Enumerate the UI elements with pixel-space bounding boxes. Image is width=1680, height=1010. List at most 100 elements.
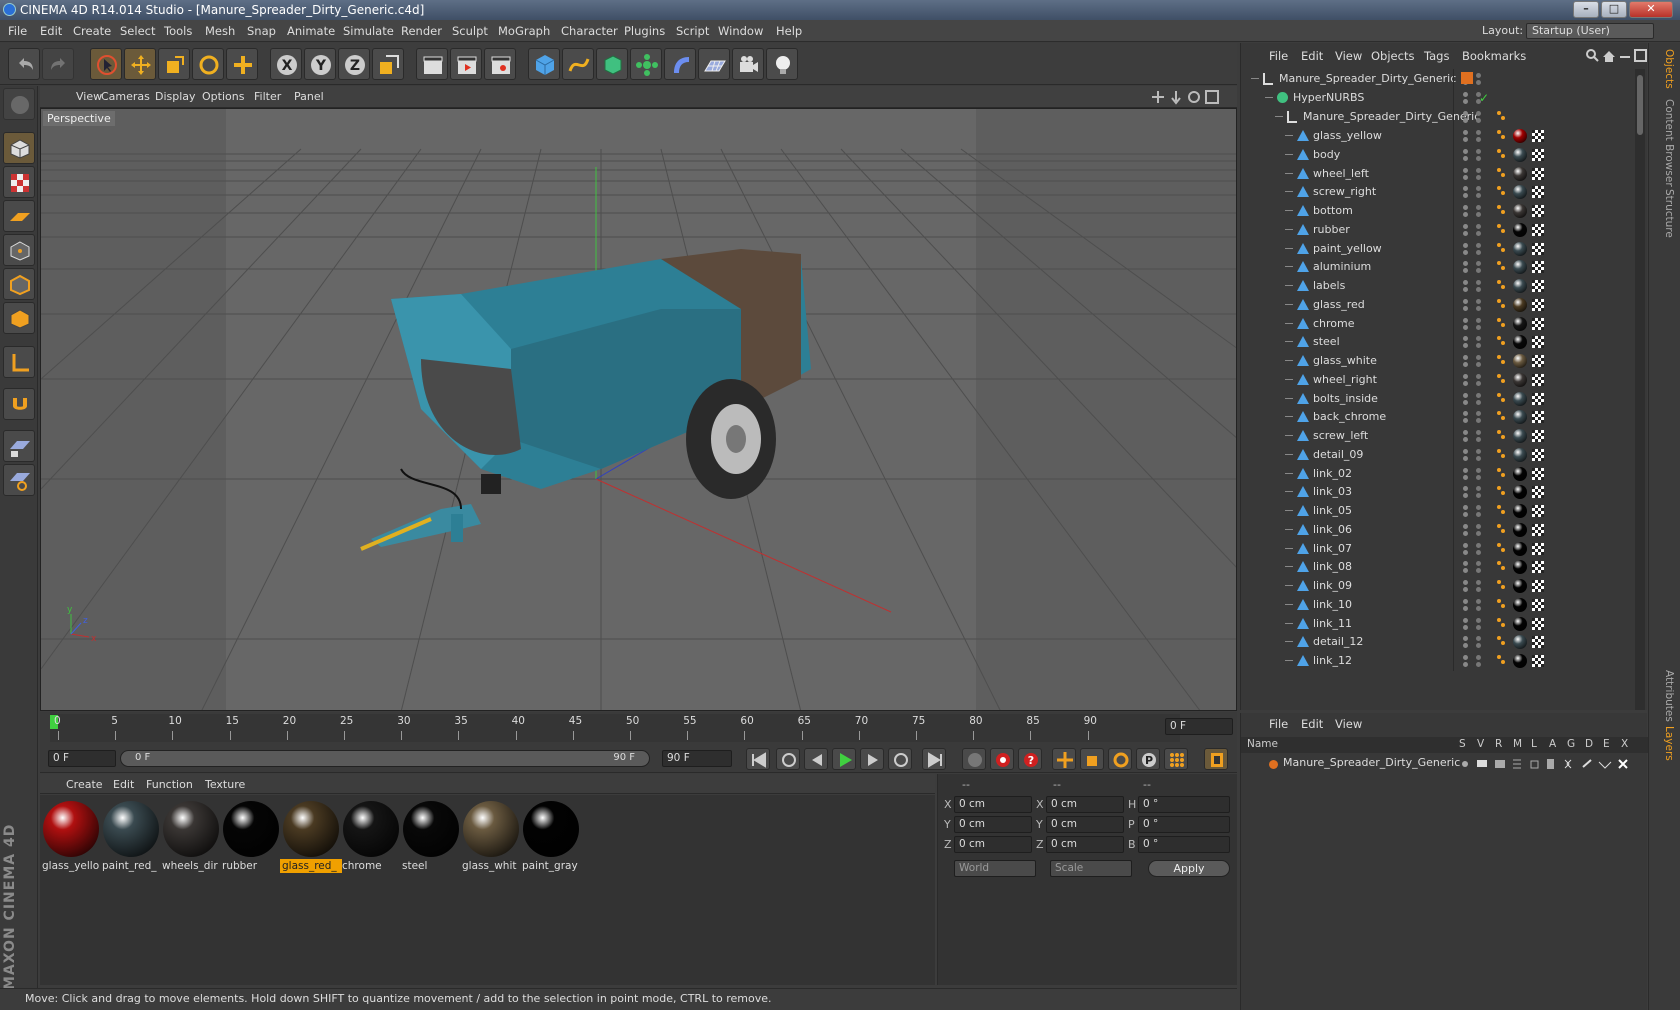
phong-tag-icon[interactable] (1497, 561, 1501, 566)
previous-frame-button[interactable] (804, 748, 828, 770)
object-row-detail-09[interactable]: detail_09 (1241, 444, 1634, 465)
z-axis-lock-button[interactable]: Z (338, 48, 370, 80)
object-row-screw-left[interactable]: screw_left (1241, 426, 1634, 446)
enable-dot-2[interactable] (1476, 587, 1481, 592)
object-row-group[interactable]: Manure_Spreader_Dirty_Generic (1241, 107, 1634, 127)
coord-size-z-field[interactable]: 0 cm (1046, 836, 1124, 853)
render-visibility-dot[interactable] (1463, 587, 1468, 592)
uvw-tag-icon[interactable] (1532, 186, 1544, 199)
phong-tag-icon[interactable] (1497, 111, 1501, 115)
object-row-wheel-right[interactable]: wheel_right (1241, 369, 1634, 390)
render-visibility-dot[interactable] (1463, 530, 1468, 536)
timeline-track[interactable] (50, 714, 1180, 742)
material-menu-function[interactable]: Function (146, 774, 193, 796)
phong-tag-icon-2[interactable] (1501, 566, 1505, 571)
editor-visibility-dot[interactable] (1463, 130, 1468, 135)
objects-menu-edit[interactable]: Edit (1301, 46, 1323, 66)
render-visibility-dot[interactable] (1463, 343, 1468, 349)
material-tag-icon[interactable] (1513, 297, 1527, 312)
objects-menu-file[interactable]: File (1269, 46, 1288, 66)
enable-dot[interactable] (1476, 392, 1481, 398)
phong-tag-icon-2[interactable] (1501, 191, 1505, 196)
phong-tag-icon-2[interactable] (1501, 603, 1505, 608)
enable-dot-2[interactable] (1476, 549, 1481, 555)
render-visibility-dot[interactable] (1463, 437, 1468, 442)
minimize-button[interactable]: – (1573, 1, 1599, 18)
phong-tag-icon-2[interactable] (1501, 641, 1505, 646)
phong-tag-icon[interactable] (1497, 261, 1501, 266)
record-button[interactable] (990, 748, 1014, 770)
planar-workplane-button[interactable] (3, 464, 35, 496)
add-light-button[interactable] (766, 48, 798, 80)
uvw-tag-icon[interactable] (1532, 148, 1544, 161)
enable-dot-2[interactable] (1476, 212, 1481, 217)
enable-dot-2[interactable] (1476, 530, 1481, 536)
motion-record-button[interactable] (962, 748, 986, 770)
material-tag-icon[interactable] (1513, 391, 1527, 406)
object-row-link-06[interactable]: link_06 (1241, 519, 1634, 540)
phong-tag-icon[interactable] (1497, 373, 1501, 378)
enable-dot-2[interactable] (1476, 643, 1481, 649)
material-tag-icon[interactable] (1513, 541, 1527, 556)
key-position-button[interactable] (1052, 748, 1076, 770)
render-visibility-dot[interactable] (1463, 512, 1468, 517)
menu-select[interactable]: Select (120, 20, 155, 42)
phong-tag-icon-2[interactable] (1501, 116, 1505, 120)
material-tag-icon[interactable] (1513, 410, 1527, 425)
editor-visibility-dot[interactable] (1463, 186, 1468, 192)
apply-button[interactable]: Apply (1148, 860, 1230, 877)
object-row-glass-yellow[interactable]: glass_yellow (1241, 126, 1634, 146)
menu-plugins[interactable]: Plugins (624, 20, 665, 42)
uvw-tag-icon[interactable] (1532, 598, 1544, 611)
editor-visibility-dot[interactable] (1463, 636, 1468, 642)
uvw-tag-icon[interactable] (1532, 523, 1544, 536)
render-visibility-dot[interactable] (1463, 305, 1468, 311)
add-array-button[interactable] (630, 48, 662, 80)
layer-color-swatch[interactable] (1269, 760, 1278, 769)
material-tag-icon[interactable] (1513, 560, 1527, 575)
phong-tag-icon[interactable] (1497, 467, 1501, 472)
render-visibility-dot[interactable] (1463, 287, 1468, 292)
perspective-viewport[interactable]: y x z Perspective (40, 108, 1237, 711)
object-row-labels[interactable]: labels (1241, 276, 1634, 296)
key-rotation-button[interactable] (1108, 748, 1132, 770)
uvw-tag-icon[interactable] (1532, 542, 1544, 555)
object-row-chrome[interactable]: chrome (1241, 313, 1634, 334)
enable-dot[interactable] (1476, 167, 1481, 173)
enable-dot-2[interactable] (1476, 137, 1481, 142)
enable-dot[interactable] (1476, 598, 1481, 604)
menu-sculpt[interactable]: Sculpt (452, 20, 488, 42)
material-swatch[interactable]: chrome (340, 797, 402, 873)
phong-tag-icon-2[interactable] (1501, 510, 1505, 514)
material-tag-icon[interactable] (1513, 354, 1527, 368)
render-visibility-dot[interactable] (1463, 362, 1468, 367)
menu-render[interactable]: Render (401, 20, 442, 42)
material-swatch[interactable]: glass_yello (40, 797, 102, 873)
enable-dot[interactable] (1476, 111, 1481, 116)
enable-dot-2[interactable] (1476, 174, 1481, 180)
enable-dot[interactable] (1476, 223, 1481, 229)
enable-dot-2[interactable] (1476, 118, 1481, 123)
editor-visibility-dot[interactable] (1463, 523, 1468, 529)
start-frame-field[interactable]: 0 F (48, 750, 116, 767)
editor-visibility-dot[interactable] (1463, 242, 1468, 248)
y-axis-lock-button[interactable]: Y (304, 48, 336, 80)
layer-column-name[interactable]: Name (1247, 738, 1278, 750)
render-visibility-dot[interactable] (1463, 643, 1468, 649)
object-row-link-02[interactable]: link_02 (1241, 463, 1634, 484)
phong-tag-icon-2[interactable] (1501, 341, 1505, 346)
object-row-aluminium[interactable]: aluminium (1241, 257, 1634, 278)
material-menu-create[interactable]: Create (66, 774, 103, 796)
material-tag-icon[interactable] (1513, 504, 1527, 518)
render-visibility-dot[interactable] (1463, 455, 1468, 461)
menu-mesh[interactable]: Mesh (205, 20, 235, 42)
render-visibility-dot[interactable] (1463, 99, 1468, 104)
phong-tag-icon[interactable] (1497, 298, 1501, 303)
size-mode-dropdown[interactable]: Scale (1050, 860, 1132, 877)
layer-column-r[interactable]: R (1495, 738, 1502, 750)
edges-mode-button[interactable] (3, 268, 35, 300)
make-editable-button[interactable] (3, 88, 35, 120)
uvw-tag-icon[interactable] (1532, 655, 1544, 667)
uvw-tag-icon[interactable] (1532, 467, 1544, 480)
model-mode-button[interactable] (3, 132, 35, 164)
